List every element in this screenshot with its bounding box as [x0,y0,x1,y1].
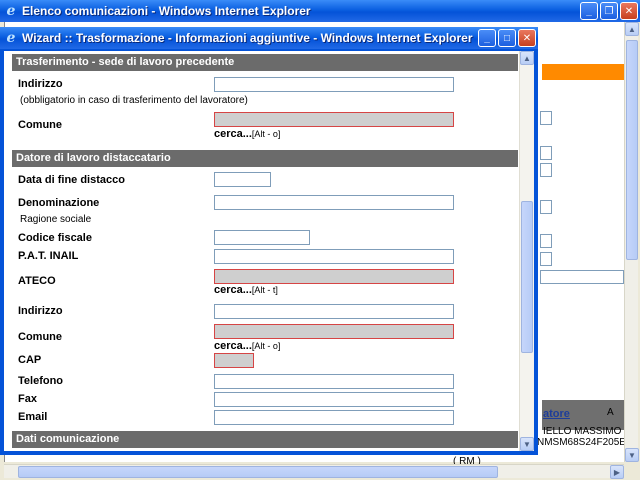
pat-inail-label: P.A.T. INAIL [18,250,79,262]
restore-icon[interactable]: ❐ [600,2,618,20]
pat-inail-input[interactable] [214,249,454,264]
scroll-thumb[interactable] [18,466,498,478]
shortcut-hint: [Alt - o] [251,129,281,139]
popup-content: Trasferimento - sede di lavoro precedent… [4,51,534,451]
maximize-icon[interactable]: □ [498,29,516,47]
background-text: A [607,407,614,418]
ie-icon: e [6,3,16,19]
shortcut-hint: [Alt - t] [251,285,278,295]
minimize-icon[interactable]: _ [478,29,496,47]
ateco-input[interactable] [214,269,454,284]
denominazione-label: Denominazione [18,197,100,209]
background-window-title: Elenco comunicazioni - Windows Internet … [22,4,311,18]
cerca-text[interactable]: cerca... [214,340,252,352]
background-text: IELLO MASSIMO [543,426,622,437]
indirizzo-distaccatario-input[interactable] [214,304,454,319]
codice-fiscale-input[interactable] [214,230,310,245]
scroll-thumb[interactable] [626,40,638,260]
background-column-link[interactable]: atore [543,408,570,420]
minimize-icon[interactable]: _ [580,2,598,20]
scroll-down-icon[interactable]: ▼ [520,437,534,451]
popup-window-title: Wizard :: Trasformazione - Informazioni … [22,31,473,45]
scroll-up-icon[interactable]: ▲ [625,22,639,36]
background-input[interactable] [540,270,624,284]
ragione-sociale-note: Ragione sociale [20,214,92,225]
cap-label: CAP [18,354,42,366]
email-label: Email [18,411,48,423]
shortcut-hint: [Alt - o] [251,341,281,351]
background-input[interactable] [540,200,552,214]
cap-input[interactable] [214,353,254,368]
data-fine-distacco-label: Data di fine distacco [18,174,125,186]
email-input[interactable] [214,410,454,425]
scroll-up-icon[interactable]: ▲ [520,51,534,65]
section-trasferimento: Trasferimento - sede di lavoro precedent… [12,54,518,71]
indirizzo-precedente-input[interactable] [214,77,454,92]
indirizzo-label: Indirizzo [18,78,63,90]
comune-precedente-input[interactable] [214,112,454,127]
close-icon[interactable]: ✕ [518,29,536,47]
cerca-comune-link[interactable]: cerca...[Alt - o] [214,340,280,352]
fax-label: Fax [18,393,37,405]
background-input[interactable] [540,111,552,125]
telefono-input[interactable] [214,374,454,389]
cerca-comune-link[interactable]: cerca...[Alt - o] [214,128,280,140]
popup-title-bar[interactable]: e Wizard :: Trasformazione - Informazion… [0,27,538,49]
background-horizontal-scrollbar[interactable]: ▶ [4,464,624,479]
background-input[interactable] [540,252,552,266]
ateco-label: ATECO [18,275,56,287]
ie-icon: e [6,30,16,46]
scroll-down-icon[interactable]: ▼ [625,448,639,462]
data-fine-distacco-input[interactable] [214,172,271,187]
indirizzo-note: (obbligatorio in caso di trasferimento d… [20,95,248,106]
orange-header-strip [542,64,630,80]
comune-label: Comune [18,119,62,131]
scroll-right-icon[interactable]: ▶ [610,465,624,479]
cerca-text[interactable]: cerca... [214,284,252,296]
indirizzo-label: Indirizzo [18,305,63,317]
background-input[interactable] [540,163,552,177]
telefono-label: Telefono [18,375,64,387]
section-dati-comunicazione: Dati comunicazione [12,431,518,448]
codice-fiscale-label: Codice fiscale [18,232,92,244]
background-vertical-scrollbar[interactable]: ▲ ▼ [624,22,639,462]
section-datore: Datore di lavoro distaccatario [12,150,518,167]
background-text: NMSM68S24F205E [537,437,626,448]
comune-distaccatario-input[interactable] [214,324,454,339]
popup-vertical-scrollbar[interactable]: ▲ ▼ [519,51,534,451]
scroll-thumb[interactable] [521,201,533,353]
cerca-text[interactable]: cerca... [214,128,252,140]
close-icon[interactable]: ✕ [620,2,638,20]
cerca-ateco-link[interactable]: cerca...[Alt - t] [214,284,278,296]
denominazione-input[interactable] [214,195,454,210]
wizard-popup-window: e Wizard :: Trasformazione - Informazion… [0,27,538,455]
comune-label: Comune [18,331,62,343]
background-title-bar[interactable]: e Elenco comunicazioni - Windows Interne… [0,0,640,22]
background-input[interactable] [540,146,552,160]
fax-input[interactable] [214,392,454,407]
background-input[interactable] [540,234,552,248]
